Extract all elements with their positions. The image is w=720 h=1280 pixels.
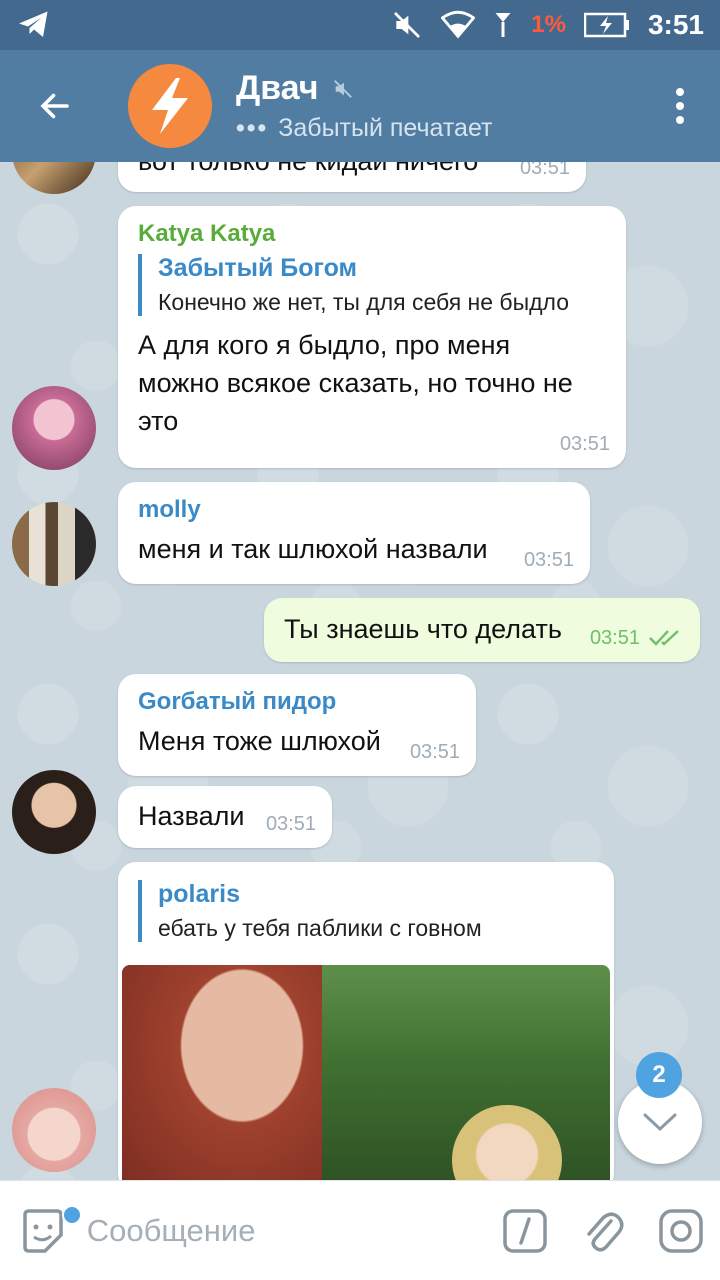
chat-title: Двач: [236, 69, 319, 107]
arrow-left-icon: [40, 93, 69, 119]
status-bar: 1% 3:51: [0, 0, 720, 50]
chat-avatar[interactable]: [128, 64, 212, 148]
message-input[interactable]: [86, 1212, 486, 1249]
chat-info[interactable]: Двач ••• Забытый печатает: [236, 69, 492, 143]
typing-text: Забытый печатает: [278, 114, 493, 142]
clock: 3:51: [647, 9, 704, 40]
reply-preview[interactable]: Забытый Богом Конечно же нет, ты для себ…: [138, 254, 606, 316]
paperclip-icon: [587, 1212, 624, 1251]
chevron-down-icon: [643, 1113, 677, 1132]
mute-volume-icon: [394, 12, 421, 38]
message-bubble[interactable]: вот только не кидай ничего 03:51: [118, 162, 586, 192]
message-sender[interactable]: Katya Katya: [138, 220, 606, 248]
message-text: Меня тоже шлюхой: [138, 726, 381, 756]
avatar[interactable]: [12, 386, 96, 470]
message-bubble[interactable]: Gorбатый пидор Меня тоже шлюхой 03:51: [118, 674, 476, 776]
reply-text: ебать у тебя паблики с говном: [158, 915, 482, 941]
double-check-icon: [649, 630, 679, 646]
typing-indicator: •••: [236, 114, 269, 142]
new-stickers-dot: [62, 1204, 82, 1225]
reply-text: Конечно же нет, ты для себя не быдло: [158, 289, 570, 315]
sticker-icon: [23, 1208, 64, 1253]
battery-charging-icon: [583, 12, 629, 38]
dot-icon: [676, 116, 684, 124]
attach-button[interactable]: [564, 1181, 642, 1280]
message-time: 03:51: [559, 433, 610, 455]
camera-button[interactable]: [642, 1181, 720, 1280]
message-bubble-outgoing[interactable]: Ты знаешь что делать 03:51: [264, 598, 700, 662]
lightning-logo-icon: [152, 78, 188, 134]
chat-messages[interactable]: вот только не кидай ничего 03:51 Katya K…: [0, 162, 720, 1180]
reply-preview[interactable]: polaris ебать у тебя паблики с говном: [138, 880, 594, 942]
telegram-icon: [19, 11, 48, 37]
dot-icon: [676, 88, 684, 96]
avatar[interactable]: [12, 502, 96, 586]
avatar[interactable]: [12, 1088, 96, 1172]
message-photo[interactable]: [122, 965, 610, 1180]
reply-sender: Забытый Богом: [158, 254, 358, 282]
photo-subject: [122, 965, 322, 1180]
wifi-icon: [441, 10, 476, 39]
message-time: 03:51: [523, 549, 574, 571]
bot-commands-button[interactable]: [486, 1181, 564, 1280]
message-input-bar: [0, 1180, 720, 1280]
message-text: меня и так шлюхой назвали: [138, 534, 488, 564]
slash-command-icon: [503, 1208, 547, 1253]
unread-count-badge: 2: [636, 1052, 682, 1098]
message-time: 03:51: [589, 627, 640, 649]
battery-percent: 1%: [531, 11, 566, 38]
message-time: 03:51: [409, 741, 460, 763]
avatar[interactable]: [12, 770, 96, 854]
message-text: вот только не кидай ничего: [138, 162, 566, 180]
more-menu-button[interactable]: [640, 50, 720, 162]
chat-header: Двач ••• Забытый печатает: [0, 50, 720, 162]
message-bubble[interactable]: Назвали 03:51: [118, 786, 332, 848]
chat-status: ••• Забытый печатает: [236, 114, 492, 143]
signal-icon: [495, 13, 511, 37]
camera-icon: [659, 1208, 703, 1253]
message-sender[interactable]: molly: [138, 496, 570, 524]
message-bubble[interactable]: molly меня и так шлюхой назвали 03:51: [118, 482, 590, 584]
message-bubble[interactable]: Katya Katya Забытый Богом Конечно же нет…: [118, 206, 626, 468]
message-sender[interactable]: Gorбатый пидор: [138, 688, 456, 716]
back-button[interactable]: [0, 50, 110, 162]
dot-icon: [676, 102, 684, 110]
avatar[interactable]: [12, 162, 96, 194]
message-time: 03:51: [265, 813, 316, 835]
message-time: 03:51: [519, 162, 570, 179]
reply-sender: polaris: [158, 880, 240, 908]
emoji-sticker-button[interactable]: [0, 1181, 87, 1280]
photo-subject-2: [452, 1105, 562, 1180]
muted-icon: [334, 79, 353, 98]
message-text: А для кого я быдло, про меня можно всяко…: [138, 330, 573, 436]
